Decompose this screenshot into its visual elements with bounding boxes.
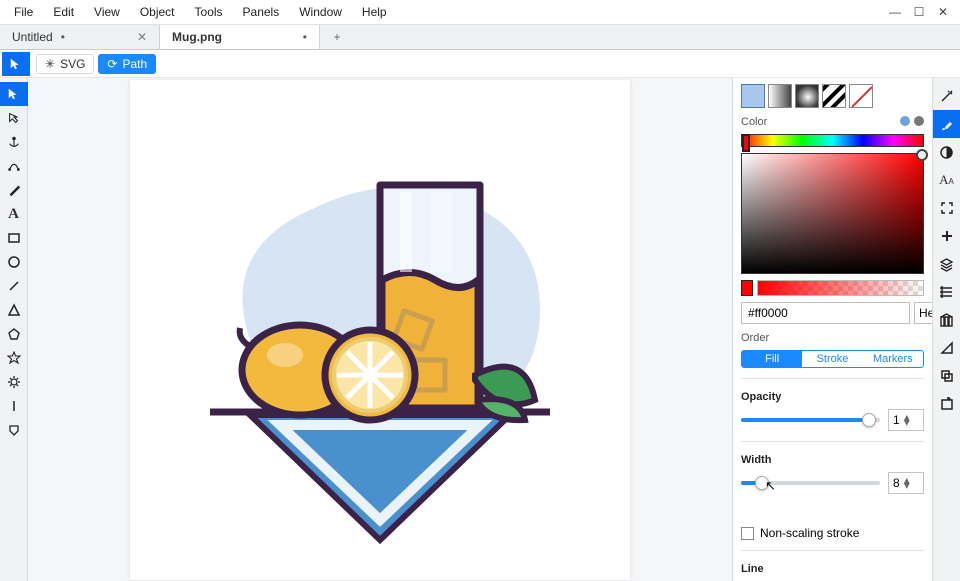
minimize-icon[interactable]: ―	[888, 5, 902, 19]
line-label: Line	[741, 563, 924, 575]
path-icon: ⟳	[107, 57, 117, 71]
context-chip-path[interactable]: ⟳ Path	[98, 54, 156, 74]
ellipse-tool[interactable]	[0, 250, 28, 274]
fullscreen-icon[interactable]	[933, 194, 960, 222]
menu-tools[interactable]: Tools	[185, 1, 233, 23]
paint-radial[interactable]	[795, 84, 819, 108]
seg-stroke[interactable]: Stroke	[802, 351, 862, 367]
text-tool[interactable]: A	[0, 202, 28, 226]
width-label: Width	[741, 454, 924, 466]
select-tool[interactable]	[0, 82, 28, 106]
tab-label: Untitled	[12, 30, 53, 44]
artwork	[130, 80, 630, 580]
layers-icon[interactable]	[933, 250, 960, 278]
opacity-spinner[interactable]: 1▴▾	[888, 409, 924, 431]
menu-window[interactable]: Window	[289, 1, 352, 23]
document-tabs: Untitled • ✕ Mug.png • +	[0, 24, 960, 50]
list-icon[interactable]	[933, 278, 960, 306]
tab-untitled[interactable]: Untitled • ✕	[0, 25, 160, 49]
saturation-value-picker[interactable]	[741, 153, 924, 274]
maximize-icon[interactable]: ☐	[912, 5, 926, 19]
non-scaling-stroke-checkbox[interactable]: Non-scaling stroke	[741, 526, 924, 540]
right-toolbar: AA	[932, 78, 960, 581]
menu-bar: File Edit View Object Tools Panels Windo…	[0, 0, 960, 24]
width-slider[interactable]	[741, 481, 880, 485]
chip-label: Path	[122, 57, 147, 71]
new-tab-button[interactable]: +	[320, 25, 354, 49]
alpha-indicator	[741, 280, 753, 296]
star-tool[interactable]	[0, 346, 28, 370]
paint-none[interactable]	[849, 84, 873, 108]
menu-edit[interactable]: Edit	[43, 1, 84, 23]
properties-panel: Color Hex Order Fill Stroke Markers Opac…	[732, 78, 932, 581]
context-chip-svg[interactable]: ✳ SVG	[36, 54, 94, 74]
gear-tool[interactable]	[0, 370, 28, 394]
paint-order-segment[interactable]: Fill Stroke Markers	[741, 350, 924, 368]
wand-icon[interactable]	[933, 82, 960, 110]
sv-handle[interactable]	[916, 149, 928, 161]
close-icon[interactable]: ✕	[936, 5, 950, 19]
color-slot-1[interactable]	[900, 116, 910, 126]
library-icon[interactable]	[933, 306, 960, 334]
triangle-tool[interactable]	[0, 298, 28, 322]
anchor-tool[interactable]	[0, 130, 28, 154]
left-toolbar: A	[0, 78, 28, 581]
curve-tool[interactable]	[0, 154, 28, 178]
color-format-select[interactable]: Hex	[914, 302, 932, 324]
checkbox-icon	[741, 527, 754, 540]
seg-markers[interactable]: Markers	[863, 351, 923, 367]
brush-icon[interactable]	[933, 110, 960, 138]
node-tool[interactable]	[0, 106, 28, 130]
rect-tool[interactable]	[0, 226, 28, 250]
seg-fill[interactable]: Fill	[742, 351, 802, 367]
context-bar: ✳ SVG ⟳ Path	[0, 50, 960, 78]
add-icon[interactable]	[933, 222, 960, 250]
paint-flat[interactable]	[741, 84, 765, 108]
svg-icon: ✳	[45, 57, 55, 71]
tab-mug[interactable]: Mug.png •	[160, 25, 320, 49]
color-slot-2[interactable]	[914, 116, 924, 126]
menu-object[interactable]: Object	[130, 1, 185, 23]
paint-linear[interactable]	[768, 84, 792, 108]
canvas-area[interactable]	[28, 78, 732, 581]
hex-input[interactable]	[741, 302, 910, 324]
paint-pattern[interactable]	[822, 84, 846, 108]
menu-view[interactable]: View	[84, 1, 130, 23]
checkbox-label: Non-scaling stroke	[760, 526, 859, 540]
order-label: Order	[741, 332, 924, 344]
width-spinner[interactable]: 8▴▾	[888, 472, 924, 494]
path-ops-icon[interactable]	[933, 362, 960, 390]
vline-tool[interactable]	[0, 394, 28, 418]
opacity-label: Opacity	[741, 391, 924, 403]
text-panel-icon[interactable]: AA	[933, 166, 960, 194]
opacity-slider[interactable]	[741, 418, 880, 422]
hue-slider[interactable]	[741, 134, 924, 147]
selection-tool-indicator[interactable]	[2, 52, 30, 76]
contrast-icon[interactable]	[933, 138, 960, 166]
menu-panels[interactable]: Panels	[233, 1, 290, 23]
menu-file[interactable]: File	[4, 1, 43, 23]
polygon-tool[interactable]	[0, 322, 28, 346]
tab-label: Mug.png	[172, 30, 222, 44]
export-icon[interactable]	[933, 390, 960, 418]
menu-help[interactable]: Help	[352, 1, 397, 23]
dirty-indicator-icon: •	[61, 30, 65, 44]
slant-icon[interactable]	[933, 334, 960, 362]
hue-handle[interactable]	[742, 134, 750, 152]
pen-tool[interactable]	[0, 178, 28, 202]
paint-type-row	[741, 84, 924, 108]
shape-tool[interactable]	[0, 418, 28, 442]
color-label: Color	[741, 116, 767, 128]
canvas[interactable]	[130, 80, 630, 580]
width-knob[interactable]	[755, 476, 769, 490]
dirty-indicator-icon: •	[303, 30, 307, 44]
tab-close-icon[interactable]: ✕	[137, 30, 147, 44]
cursor-icon	[9, 57, 23, 71]
line-tool[interactable]	[0, 274, 28, 298]
alpha-slider[interactable]	[757, 280, 924, 296]
opacity-knob[interactable]	[862, 413, 876, 427]
chip-label: SVG	[60, 57, 85, 71]
